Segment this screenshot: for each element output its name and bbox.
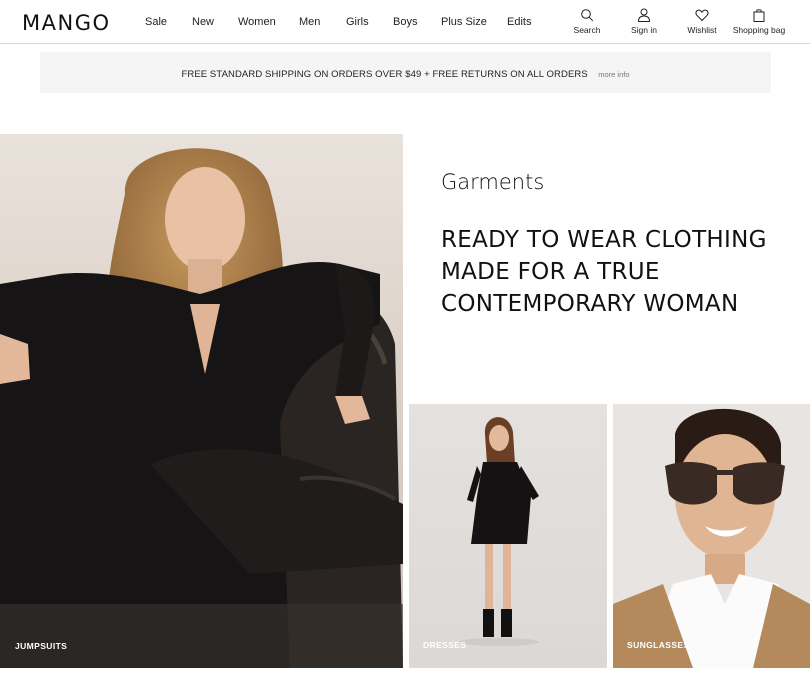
shipping-banner-text: FREE STANDARD SHIPPING ON ORDERS OVER $4… <box>181 69 588 80</box>
mango-logo[interactable]: MANGO <box>22 11 111 35</box>
wishlist-label: Wishlist <box>687 25 717 35</box>
search-icon <box>581 9 594 22</box>
search-label: Search <box>573 25 601 35</box>
user-icon <box>637 8 651 22</box>
shopping-bag-button[interactable]: Shopping bag <box>727 8 791 35</box>
dresses-label: DRESSES <box>423 640 467 650</box>
shopping-bag-icon <box>753 9 765 22</box>
wishlist-button[interactable]: Wishlist <box>670 8 734 35</box>
sign-in-button[interactable]: Sign in <box>612 8 676 35</box>
nav-new[interactable]: New <box>192 16 214 28</box>
category-kicker: Garments <box>441 170 545 194</box>
shopping-bag-label: Shopping bag <box>732 25 786 35</box>
sunglasses-tile[interactable]: SUNGLASSES <box>613 404 810 668</box>
dresses-tile[interactable]: DRESSES <box>409 404 607 668</box>
search-button[interactable]: Search <box>555 8 619 35</box>
dresses-model-photo <box>459 417 539 646</box>
nav-sale[interactable]: Sale <box>145 16 167 28</box>
sign-in-label: Sign in <box>631 25 657 35</box>
shipping-banner: FREE STANDARD SHIPPING ON ORDERS OVER $4… <box>40 52 771 93</box>
site-header: MANGO Sale New Women Men Girls Boys Plus… <box>0 0 810 44</box>
jumpsuits-model-photo <box>0 148 403 668</box>
nav-women[interactable]: Women <box>238 16 276 28</box>
nav-boys[interactable]: Boys <box>393 16 417 28</box>
nav-edits[interactable]: Edits <box>507 16 531 28</box>
nav-plus-size[interactable]: Plus Size <box>441 16 487 28</box>
jumpsuits-label: JUMPSUITS <box>15 641 68 651</box>
sunglasses-model-photo <box>613 404 810 668</box>
more-info-link[interactable]: more info <box>598 70 629 79</box>
jumpsuits-tile[interactable]: JUMPSUITS <box>0 134 403 668</box>
headline: READY TO WEAR CLOTHING MADE FOR A TRUE C… <box>441 227 767 317</box>
sunglasses-label: SUNGLASSES <box>627 640 690 650</box>
nav-men[interactable]: Men <box>299 16 320 28</box>
nav-girls[interactable]: Girls <box>346 16 369 28</box>
heart-icon <box>695 9 709 22</box>
